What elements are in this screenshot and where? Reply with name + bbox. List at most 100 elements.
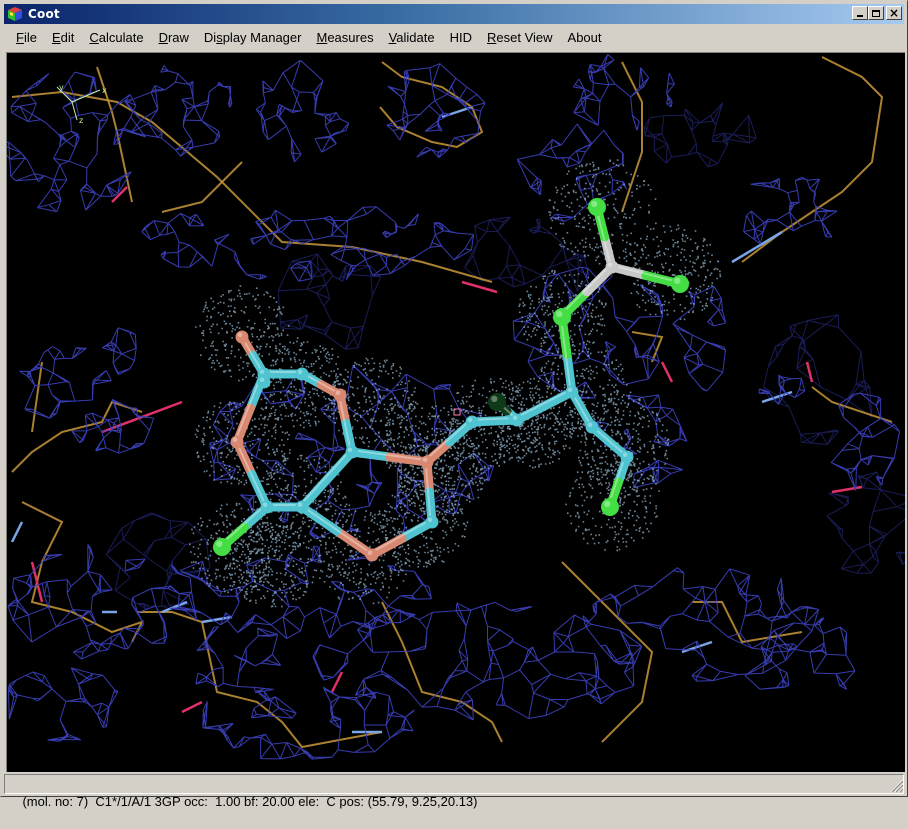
- atom-highlight: [604, 500, 611, 507]
- atom-highlight: [607, 262, 613, 267]
- bond-highlight: [369, 519, 432, 554]
- window-controls: ×: [852, 6, 902, 20]
- ligand-atom: [235, 330, 249, 344]
- status-text: (mol. no: 7) C1*/1/A/1 3GP occ: 1.00 bf:…: [22, 794, 478, 809]
- menu-hid[interactable]: HID: [441, 28, 478, 48]
- menu-label: alidate: [396, 30, 435, 45]
- minimize-button[interactable]: [852, 6, 868, 20]
- menu-display-manager[interactable]: Display Manager: [195, 28, 308, 48]
- ligand-atom: [671, 275, 689, 293]
- protein-bond: [137, 611, 383, 749]
- density-mesh-blob: [255, 59, 350, 163]
- hetero-bond: [461, 280, 498, 294]
- density-mesh-blob: [516, 123, 627, 222]
- mnemonic: D: [158, 30, 168, 45]
- coot-app-icon[interactable]: [7, 6, 23, 22]
- resize-grip-icon[interactable]: [890, 779, 904, 793]
- density-mesh-blob: [644, 102, 757, 168]
- molecule-scene[interactable]: x y z: [7, 53, 905, 772]
- atom-highlight: [587, 422, 593, 427]
- atom-highlight: [297, 369, 303, 374]
- ligand-atom: [510, 413, 524, 427]
- window-title: Coot: [28, 7, 60, 21]
- ligand-atom: [620, 450, 634, 464]
- menu-label: ile: [23, 30, 37, 45]
- close-icon: ×: [888, 6, 900, 20]
- graphics-viewport[interactable]: x y z: [6, 52, 905, 772]
- bond-highlight: [424, 419, 472, 461]
- menu-file[interactable]: File: [4, 28, 43, 48]
- atom-highlight: [491, 395, 498, 402]
- menu-draw[interactable]: Draw: [150, 28, 195, 48]
- atom-highlight: [259, 377, 265, 382]
- ligand-atom: [365, 548, 379, 562]
- status-bar: (mol. no: 7) C1*/1/A/1 3GP occ: 1.00 bf:…: [4, 774, 904, 809]
- menu-label: dit: [60, 30, 75, 45]
- atom-highlight: [674, 277, 681, 284]
- menu-label: Di: [203, 30, 217, 45]
- title-bar[interactable]: Coot ×: [4, 4, 904, 24]
- axis-label: z: [79, 116, 83, 125]
- ligand-atom: [585, 420, 599, 434]
- bond-highlight: [514, 389, 572, 419]
- atom-highlight: [512, 415, 518, 420]
- atom-highlight: [335, 390, 341, 395]
- ligand-atom: [420, 455, 434, 469]
- menu-label: alculate: [98, 30, 144, 45]
- ligand-atom: [213, 538, 231, 556]
- ligand-atom: [488, 393, 506, 411]
- hetero-bond: [330, 671, 344, 693]
- maximize-button[interactable]: [868, 6, 884, 20]
- coot-window: Coot × File Edit Calculate Draw Display …: [0, 0, 908, 809]
- menu-calculate[interactable]: Calculate: [80, 28, 149, 48]
- menu-about[interactable]: About: [559, 28, 608, 48]
- menu-edit[interactable]: Edit: [43, 28, 80, 48]
- atom-highlight: [259, 369, 265, 374]
- ligand-atom: [588, 198, 606, 216]
- density-mesh-blob: [744, 617, 856, 690]
- atom-highlight: [467, 417, 473, 422]
- density-mesh-blob: [830, 392, 901, 491]
- ligand-atom: [257, 375, 271, 389]
- close-button[interactable]: ×: [886, 6, 902, 20]
- menu-validate[interactable]: Validate: [380, 28, 441, 48]
- atom-highlight: [297, 502, 303, 507]
- atom-highlight: [347, 447, 353, 452]
- atom-highlight: [367, 550, 373, 555]
- protein-bond: [11, 400, 143, 473]
- axis-line: [71, 89, 101, 103]
- menu-measures[interactable]: Measures: [307, 28, 379, 48]
- hetero-bond: [10, 521, 24, 543]
- bond-highlight: [559, 264, 612, 316]
- menu-label: HID: [449, 30, 472, 45]
- minimize-icon: [857, 15, 863, 17]
- protein-bond: [621, 61, 643, 213]
- protein-bond: [161, 161, 243, 213]
- density-mesh: [7, 54, 901, 760]
- density-mesh-blob: [582, 567, 820, 682]
- menu-reset-view[interactable]: Reset View: [478, 28, 559, 48]
- ligand-atom: [425, 515, 439, 529]
- density-mesh-blob: [19, 346, 112, 419]
- atom-highlight: [567, 387, 573, 392]
- atom-highlight: [427, 517, 433, 522]
- density-mesh-blob: [743, 176, 838, 245]
- menu-bar: File Edit Calculate Draw Display Manager…: [4, 27, 904, 49]
- atom-highlight: [622, 452, 628, 457]
- ligand-atom: [295, 500, 309, 514]
- density-mesh-blob: [8, 667, 119, 742]
- mnemonic: F: [16, 30, 24, 45]
- ligand-atom: [601, 498, 619, 516]
- ligand-atom: [345, 445, 359, 459]
- density-mesh-blob: [672, 285, 727, 392]
- ligand-atom: [295, 367, 309, 381]
- hetero-bond: [181, 700, 203, 714]
- maximize-icon: [872, 9, 880, 17]
- atom-highlight: [237, 332, 243, 337]
- mnemonic: R: [487, 30, 497, 45]
- ligand-atom: [605, 260, 619, 274]
- menu-label: play Manager: [222, 30, 302, 45]
- density-mesh-blob: [124, 65, 233, 157]
- menu-label: raw: [167, 30, 189, 45]
- hetero-bond: [831, 485, 863, 494]
